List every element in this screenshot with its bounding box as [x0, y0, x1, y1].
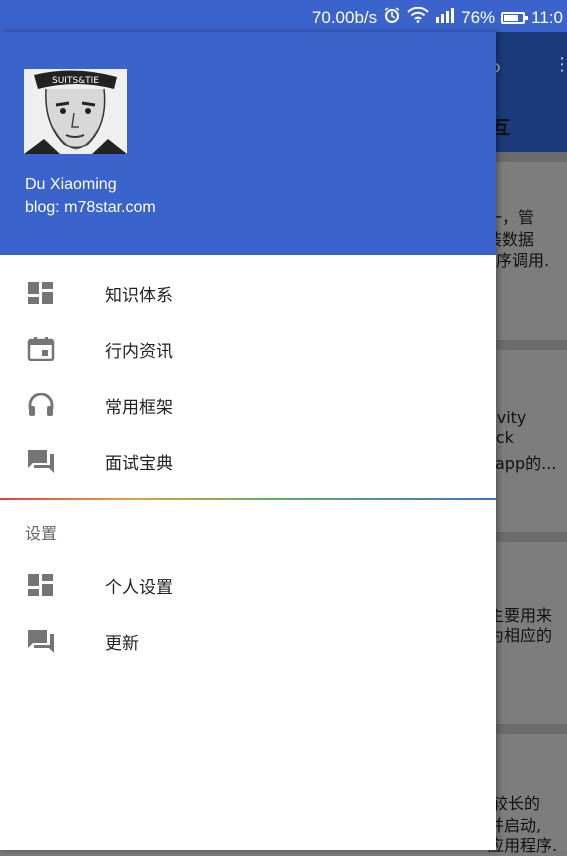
- menu-item-label: 知识体系: [105, 286, 173, 306]
- menu-item-industry-news[interactable]: 行内资讯: [0, 321, 496, 377]
- menu-item-personal-settings[interactable]: 个人设置: [0, 557, 496, 613]
- background-more-icon: ⋮: [553, 54, 567, 75]
- dashboard-icon: [27, 281, 55, 305]
- status-bar: 70.00b/s 76% 11:0: [0, 0, 567, 32]
- menu-item-common-frameworks[interactable]: 常用框架: [0, 377, 496, 433]
- card-text: 为相应的: [488, 626, 553, 645]
- settings-section-title: 设置: [25, 524, 58, 543]
- network-speed: 70.00b/s: [311, 7, 378, 27]
- battery-percent: 76%: [461, 7, 496, 27]
- avatar[interactable]: SUITS&TIE: [24, 69, 127, 154]
- card-text: 应用程序.: [488, 836, 558, 855]
- menu-item-label: 更新: [105, 634, 139, 654]
- menu-item-label: 面试宝典: [105, 454, 173, 474]
- status-bar-right: 70.00b/s 76% 11:0: [312, 6, 563, 29]
- calendar-icon: [27, 337, 55, 362]
- user-blog[interactable]: blog: m78star.com: [25, 199, 156, 217]
- battery-fill: [504, 14, 519, 21]
- battery-icon: [501, 11, 529, 24]
- menu-item-update[interactable]: 更新: [0, 613, 496, 669]
- card-text: kapp的...: [486, 454, 557, 473]
- card-text: 较长的: [492, 794, 541, 813]
- menu-item-label: 行内资讯: [105, 342, 173, 362]
- alarm-icon: [383, 6, 401, 29]
- forum-icon: [27, 449, 55, 473]
- dashboard-icon: [27, 573, 55, 597]
- navigation-drawer: SUITS&TIE Du Xiaoming blog: m78star.com …: [0, 32, 496, 850]
- svg-text:SUITS&TIE: SUITS&TIE: [52, 76, 99, 86]
- wifi-icon: [407, 6, 429, 28]
- forum-icon: [27, 629, 55, 653]
- headset-icon: [27, 392, 55, 417]
- signal-icon: [435, 7, 455, 28]
- menu-item-knowledge-system[interactable]: 知识体系: [0, 265, 496, 321]
- clock: 11:0: [531, 7, 563, 27]
- menu-item-label: 常用框架: [105, 398, 173, 418]
- menu-item-label: 个人设置: [105, 578, 173, 598]
- drawer-divider: [0, 498, 496, 500]
- menu-item-interview-guide[interactable]: 面试宝典: [0, 433, 496, 489]
- drawer-header: SUITS&TIE Du Xiaoming blog: m78star.com: [0, 32, 496, 255]
- user-name: Du Xiaoming: [25, 176, 117, 193]
